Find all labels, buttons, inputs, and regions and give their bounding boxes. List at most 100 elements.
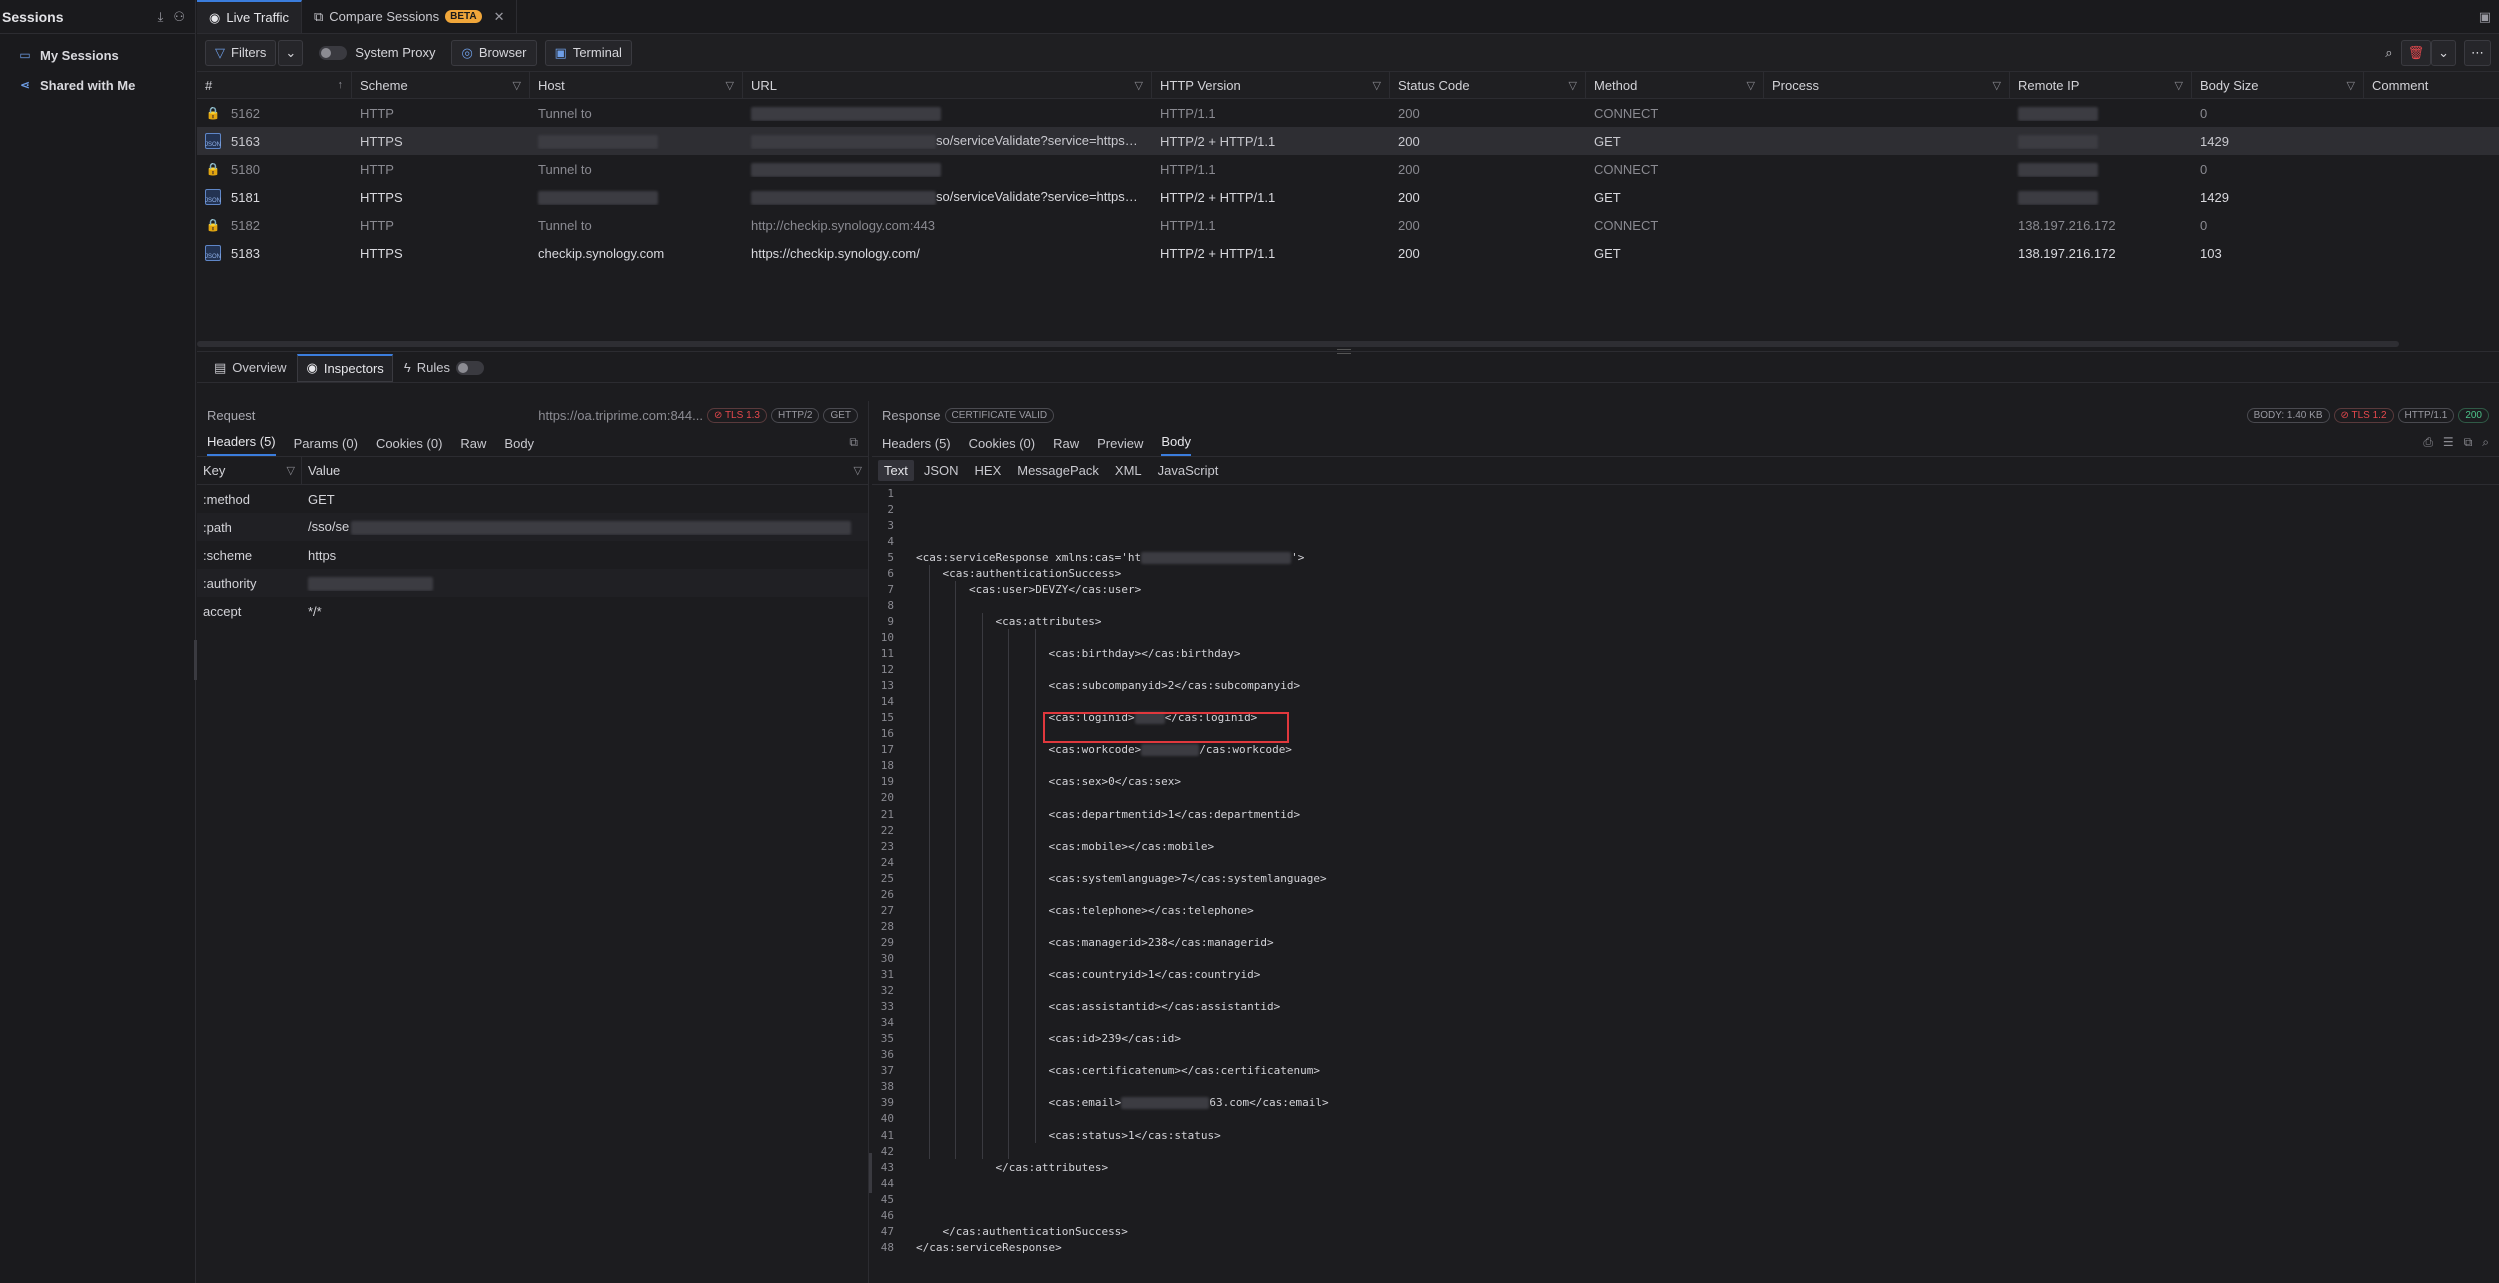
tab-rules[interactable]: ϟ Rules	[395, 354, 493, 382]
format-json[interactable]: JSON	[918, 460, 965, 481]
header-key: :authority	[203, 575, 257, 591]
tab-label: Rules	[416, 360, 450, 375]
response-body-editor[interactable]: 1 2 3 4 5 <cas:serviceResponse xmlns:cas='ht '…	[872, 485, 2499, 1283]
filter-icon[interactable]: ▽	[2347, 79, 2355, 92]
browser-button[interactable]: ◎ Browser	[451, 39, 537, 66]
cell-scheme: HTTP	[360, 161, 394, 177]
tab-request-params[interactable]: Params (0)	[294, 436, 358, 456]
redacted-block	[751, 106, 941, 121]
redacted-block	[308, 576, 433, 591]
header-row[interactable]: :method GET	[197, 485, 868, 513]
toggle-switch[interactable]	[319, 45, 348, 60]
column-header[interactable]: HTTP Version ▽	[1152, 72, 1390, 98]
cell-remote-ip	[2010, 161, 2192, 177]
code-line: 44	[872, 1175, 2499, 1191]
header-row[interactable]: :scheme https	[197, 541, 868, 569]
line-number: 26	[880, 887, 894, 901]
tab-response-raw[interactable]: Raw	[1053, 436, 1079, 456]
column-header[interactable]: Host ▽	[530, 72, 743, 98]
header-row[interactable]: accept */*	[197, 597, 868, 625]
column-header[interactable]: Method ▽	[1586, 72, 1764, 98]
line-number: 30	[880, 951, 894, 965]
sort-icon[interactable]: ↑	[338, 79, 344, 91]
import-icon[interactable]: ⤓	[158, 9, 164, 25]
sidebar-item-shared[interactable]: ⋖ Shared with Me	[0, 70, 195, 100]
filter-icon[interactable]: ▽	[1993, 79, 2001, 92]
system-proxy-toggle[interactable]: System Proxy	[311, 45, 443, 60]
filter-icon[interactable]: ▽	[1373, 79, 1381, 92]
filter-icon[interactable]: ▽	[1135, 79, 1143, 92]
chart-icon: ▤	[214, 359, 227, 375]
column-header[interactable]: # ↑	[197, 72, 352, 98]
header-row[interactable]: :authority	[197, 569, 868, 597]
format-hex[interactable]: HEX	[969, 460, 1008, 481]
tab-request-headers[interactable]: Headers (5)	[207, 434, 276, 456]
close-icon[interactable]: ✕	[494, 9, 505, 25]
tab-live-traffic[interactable]: ◉ Live Traffic	[197, 0, 302, 33]
column-header[interactable]: URL ▽	[743, 72, 1152, 98]
filter-icon[interactable]: ▽	[2175, 79, 2183, 92]
line-number: 36	[880, 1048, 894, 1062]
bolt-icon: ϟ	[403, 360, 411, 375]
cell-host: Tunnel to	[538, 161, 592, 177]
share-icon: ⋖	[19, 78, 31, 92]
format-xml[interactable]: XML	[1109, 460, 1148, 481]
column-header[interactable]: Scheme ▽	[352, 72, 530, 98]
filter-icon[interactable]: ▽	[1747, 79, 1755, 92]
table-row[interactable]: JSON 5183 HTTPS checkip.synology.com https:/…	[197, 239, 2499, 267]
tab-request-cookies[interactable]: Cookies (0)	[376, 436, 442, 456]
filters-dropdown-button[interactable]: ⌄	[278, 39, 304, 66]
table-row[interactable]: 🔒 5182 HTTP Tunnel to http://checkip.synolog…	[197, 211, 2499, 239]
header-row[interactable]: :path/sso/se	[197, 513, 868, 541]
sidebar-item-label: My Sessions	[40, 47, 119, 63]
copy-icon[interactable]: ⧉	[2464, 435, 2473, 450]
terminal-button[interactable]: ▣ Terminal	[544, 39, 632, 66]
table-row[interactable]: 🔒 5180 HTTP Tunnel to HTTP/1.1 200 CONNECT 0	[197, 155, 2499, 183]
column-header[interactable]: Remote IP ▽	[2010, 72, 2192, 98]
filter-icon[interactable]: ▽	[854, 464, 862, 477]
copy-icon[interactable]: ⧉	[849, 435, 858, 450]
table-row[interactable]: JSON 5163 HTTPS so/serviceValidate?service=…	[197, 127, 2499, 155]
filter-icon[interactable]: ▽	[1569, 79, 1577, 92]
filters-button[interactable]: ▽ Filters	[205, 39, 277, 66]
tab-request-body[interactable]: Body	[504, 436, 534, 456]
rules-toggle[interactable]	[455, 360, 484, 375]
column-header[interactable]: Body Size ▽	[2192, 72, 2364, 98]
table-row[interactable]: 🔒 5162 HTTP Tunnel to HTTP/1.1 200 CONNECT 0	[197, 99, 2499, 127]
sidebar-item-my-sessions[interactable]: ▭ My Sessions	[0, 40, 195, 70]
lock-icon: 🔒	[205, 162, 221, 176]
search-icon[interactable]: ⌕	[2385, 45, 2392, 61]
tab-overview[interactable]: ▤ Overview	[205, 354, 295, 382]
tab-response-body[interactable]: Body	[1161, 434, 1192, 456]
filter-icon[interactable]: ▽	[513, 79, 521, 92]
clear-button[interactable]: 🗑	[2400, 40, 2432, 66]
tab-inspectors[interactable]: ◉ Inspectors	[297, 353, 393, 382]
save-icon[interactable]: ⎙	[2423, 435, 2433, 450]
filter-icon[interactable]: ▽	[287, 464, 295, 477]
horizontal-scrollbar[interactable]	[197, 341, 2399, 347]
format-messagepack[interactable]: MessagePack	[1011, 460, 1105, 481]
panel-toggle-icon[interactable]: ▣	[2479, 9, 2491, 25]
line-number: 20	[880, 791, 894, 805]
code-line: 9 <cas:attributes>	[872, 613, 2499, 629]
tls-badge: ⊘ TLS 1.2	[2333, 407, 2394, 423]
column-header[interactable]: Status Code ▽	[1390, 72, 1586, 98]
column-header[interactable]: Comment	[2364, 72, 2499, 98]
column-header[interactable]: Process ▽	[1764, 72, 2010, 98]
tab-request-raw[interactable]: Raw	[460, 436, 486, 456]
tab-response-headers[interactable]: Headers (5)	[882, 436, 951, 456]
tab-response-preview[interactable]: Preview	[1097, 436, 1143, 456]
format-text[interactable]: Text	[878, 460, 914, 481]
code-text: </cas:serviceResponse>	[916, 1240, 1062, 1254]
search-icon[interactable]: ⌕	[2482, 435, 2489, 450]
cell-host: Tunnel to	[538, 217, 592, 233]
clear-dropdown-button[interactable]: ⌄	[2431, 40, 2456, 66]
table-row[interactable]: JSON 5181 HTTPS so/serviceValidate?service=…	[197, 183, 2499, 211]
filter-icon[interactable]: ▽	[726, 79, 734, 92]
add-user-icon[interactable]: ⚇	[173, 9, 185, 25]
tab-response-cookies[interactable]: Cookies (0)	[969, 436, 1035, 456]
wrap-icon[interactable]: ☰	[2443, 435, 2454, 450]
tab-compare-sessions[interactable]: ⧉ Compare Sessions BETA ✕	[302, 0, 518, 33]
format-javascript[interactable]: JavaScript	[1152, 460, 1225, 481]
more-button[interactable]: ⋯	[2464, 40, 2491, 66]
